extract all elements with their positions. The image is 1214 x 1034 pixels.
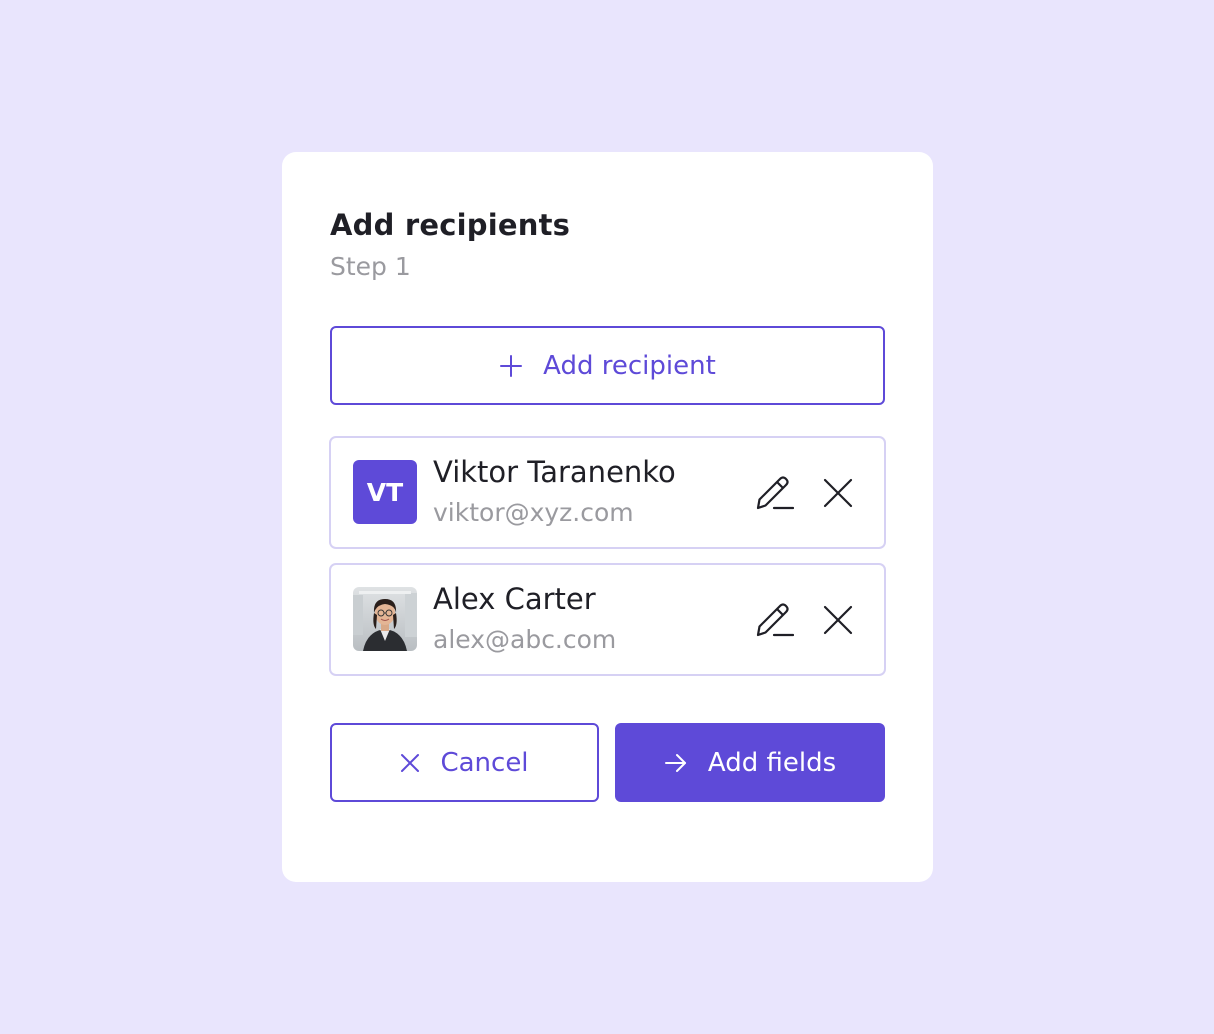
avatar-photo [353,587,417,651]
add-fields-label: Add fields [707,747,837,778]
recipient-email: viktor@xyz.com [433,498,634,527]
add-recipient-button[interactable]: Add recipient [330,326,885,405]
plus-icon [499,354,523,378]
remove-recipient-icon[interactable] [823,478,853,508]
dialog-title: Add recipients [330,208,571,242]
recipient-row: VT Viktor Taranenko viktor@xyz.com [329,436,886,549]
cancel-label: Cancel [440,747,529,778]
avatar: VT [353,460,417,524]
close-icon [400,753,420,773]
add-fields-button[interactable]: Add fields [615,723,885,802]
add-recipient-label: Add recipient [543,350,716,381]
pencil-icon[interactable] [754,600,795,640]
arrow-right-icon [664,751,688,775]
recipient-email: alex@abc.com [433,625,617,654]
add-recipients-dialog: Add recipients Step 1 Add recipient VT V… [282,152,933,882]
recipient-name: Alex Carter [433,582,596,616]
pencil-icon[interactable] [754,473,795,513]
recipient-name: Viktor Taranenko [433,455,676,489]
recipient-row: Alex Carter alex@abc.com [329,563,886,676]
cancel-button[interactable]: Cancel [330,723,599,802]
remove-recipient-icon[interactable] [823,605,853,635]
step-label: Step 1 [330,252,411,281]
